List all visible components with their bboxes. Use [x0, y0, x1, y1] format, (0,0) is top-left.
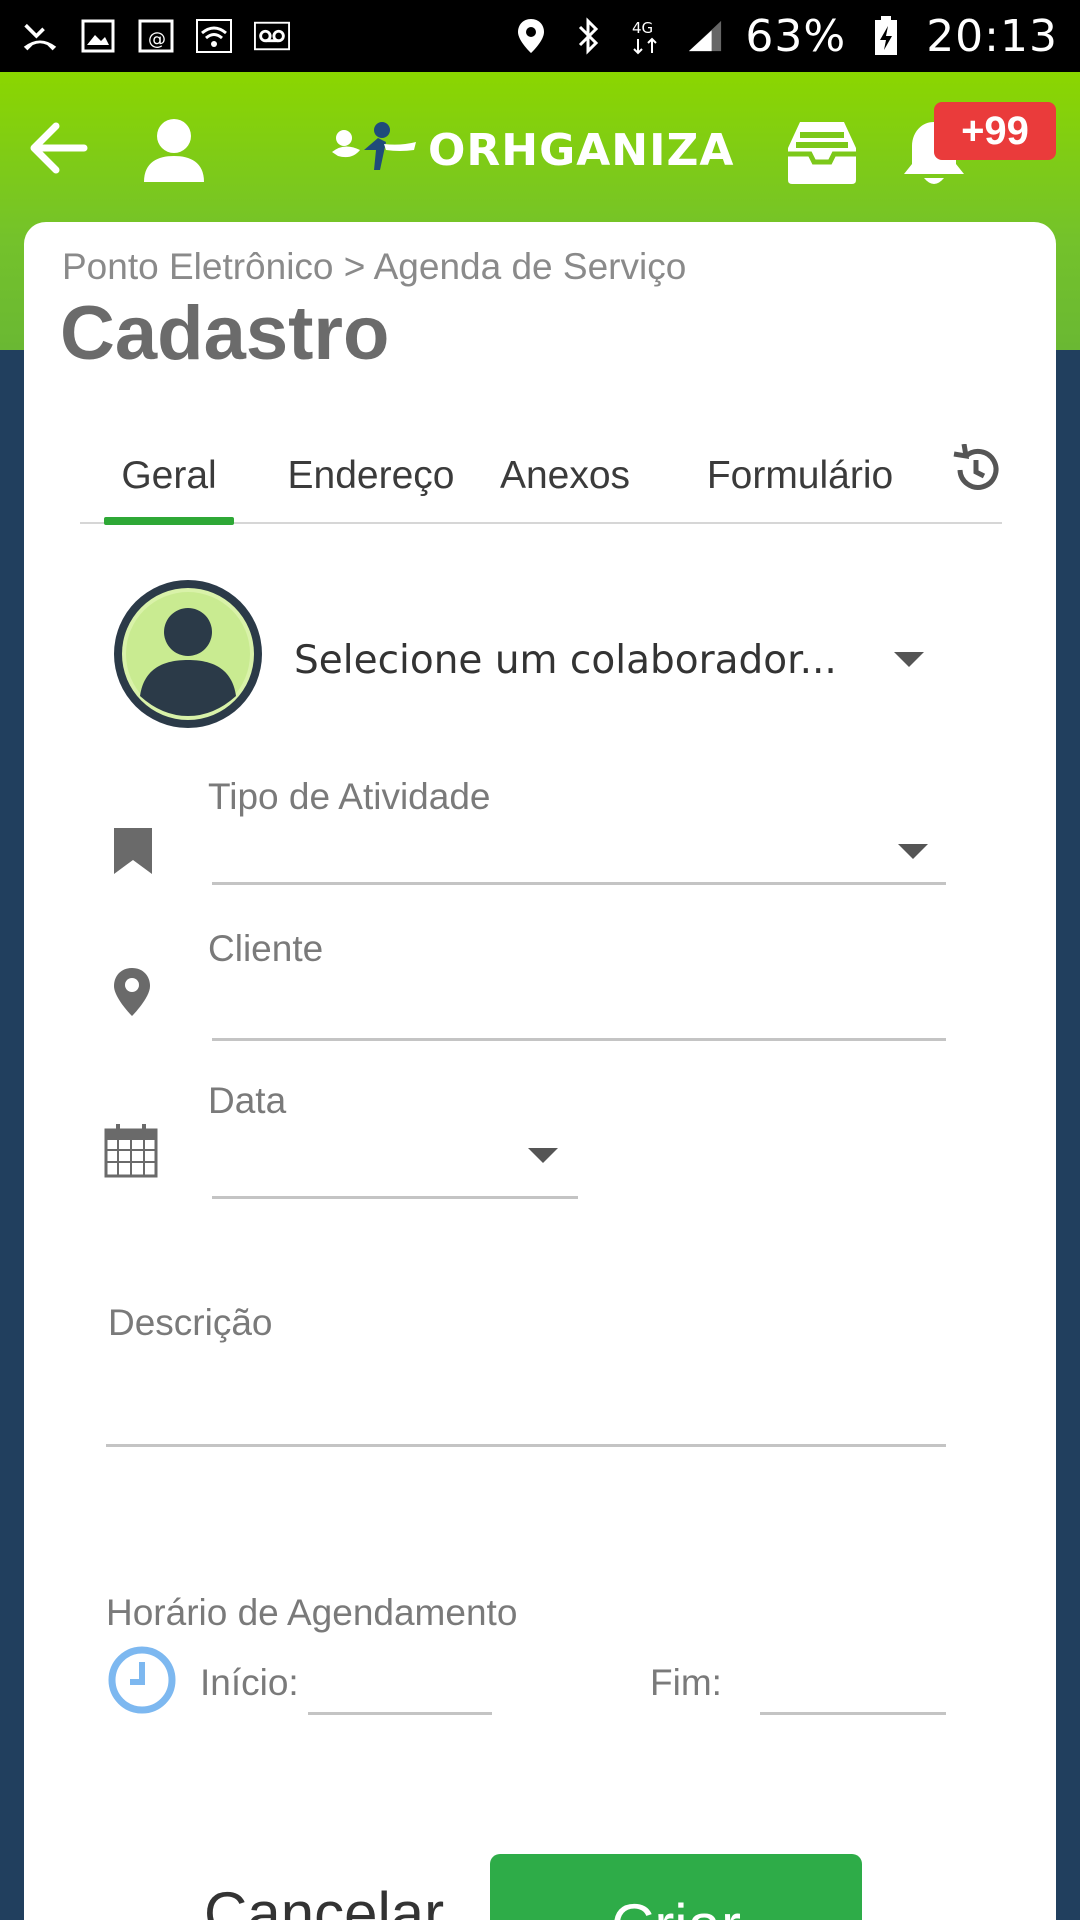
avatar-placeholder-icon — [114, 580, 262, 728]
page-title: Cadastro — [60, 291, 390, 376]
arrow-left-icon — [30, 122, 88, 174]
end-time-underline — [760, 1712, 946, 1715]
description-input[interactable] — [106, 1352, 946, 1442]
activity-type-underline — [212, 882, 946, 885]
collaborator-avatar[interactable] — [110, 576, 266, 732]
collaborator-select[interactable]: Selecione um colaborador... — [294, 630, 954, 690]
date-label: Data — [208, 1080, 287, 1121]
bluetooth-icon — [571, 17, 607, 55]
description-label: Descrição — [108, 1302, 273, 1343]
client-label: Cliente — [208, 928, 324, 969]
tab-formulario[interactable]: Formulário — [690, 430, 910, 522]
status-bar: @ 4G 63% 20:13 — [0, 0, 1080, 72]
location-icon — [513, 18, 549, 54]
calendar-icon — [104, 1122, 158, 1183]
user-icon — [144, 119, 204, 182]
missed-call-icon — [22, 18, 58, 54]
breadcrumb: Ponto Eletrônico > Agenda de Serviço — [62, 246, 687, 287]
signal-icon — [687, 18, 723, 54]
profile-button[interactable] — [140, 116, 208, 184]
app-logo: ORHGANIZA — [330, 120, 734, 180]
collaborator-select-placeholder: Selecione um colaborador... — [294, 637, 837, 683]
chevron-down-icon — [898, 844, 928, 859]
gallery-icon — [80, 18, 116, 54]
battery-charging-icon — [868, 16, 904, 55]
clock-time: 20:13 — [926, 10, 1058, 62]
form-card: Ponto Eletrônico > Agenda de Serviço Cad… — [24, 222, 1056, 1920]
network-4g-icon: 4G — [629, 18, 665, 55]
description-underline — [106, 1444, 946, 1447]
map-marker-icon — [112, 966, 152, 1023]
svg-text:4G: 4G — [632, 19, 653, 37]
tab-geral[interactable]: Geral — [104, 430, 234, 525]
cancel-button[interactable]: Cancelar — [204, 1878, 444, 1920]
inbox-icon — [788, 122, 856, 184]
date-select[interactable] — [212, 1126, 578, 1192]
app-bar: ORHGANIZA +99 — [0, 72, 1080, 222]
tab-endereco[interactable]: Endereço — [276, 430, 466, 522]
clock-icon — [108, 1646, 176, 1719]
back-button[interactable] — [28, 120, 88, 176]
start-time-input[interactable] — [308, 1650, 492, 1712]
logo-mark-icon — [332, 122, 416, 170]
start-time-underline — [308, 1712, 492, 1715]
history-icon — [953, 443, 999, 490]
wifi-icon — [196, 18, 232, 54]
status-left-icons: @ — [22, 18, 290, 54]
chevron-down-icon — [894, 652, 924, 667]
status-right-icons: 4G 63% 20:13 — [513, 11, 1058, 62]
activity-type-label: Tipo de Atividade — [208, 776, 491, 817]
svg-text:@: @ — [148, 29, 166, 50]
logo-text: ORHGANIZA — [428, 124, 735, 176]
end-time-label: Fim: — [650, 1662, 722, 1703]
tab-bar: Geral Endereço Anexos Formulário — [80, 430, 1002, 525]
notification-badge: +99 — [934, 102, 1056, 160]
bookmark-icon — [112, 826, 154, 881]
history-button[interactable] — [950, 443, 1002, 496]
activity-type-select[interactable] — [212, 822, 946, 888]
inbox-button[interactable] — [786, 118, 858, 186]
schedule-label: Horário de Agendamento — [106, 1592, 518, 1633]
client-input[interactable] — [212, 974, 946, 1036]
email-icon: @ — [138, 18, 174, 54]
voicemail-icon — [254, 18, 290, 54]
battery-percent: 63% — [745, 10, 847, 62]
client-underline — [212, 1038, 946, 1041]
create-button[interactable]: Criar — [490, 1854, 862, 1920]
tab-anexos[interactable]: Anexos — [490, 430, 640, 522]
start-time-label: Início: — [200, 1662, 299, 1703]
date-underline — [212, 1196, 578, 1199]
chevron-down-icon — [528, 1148, 558, 1163]
end-time-input[interactable] — [760, 1650, 946, 1712]
